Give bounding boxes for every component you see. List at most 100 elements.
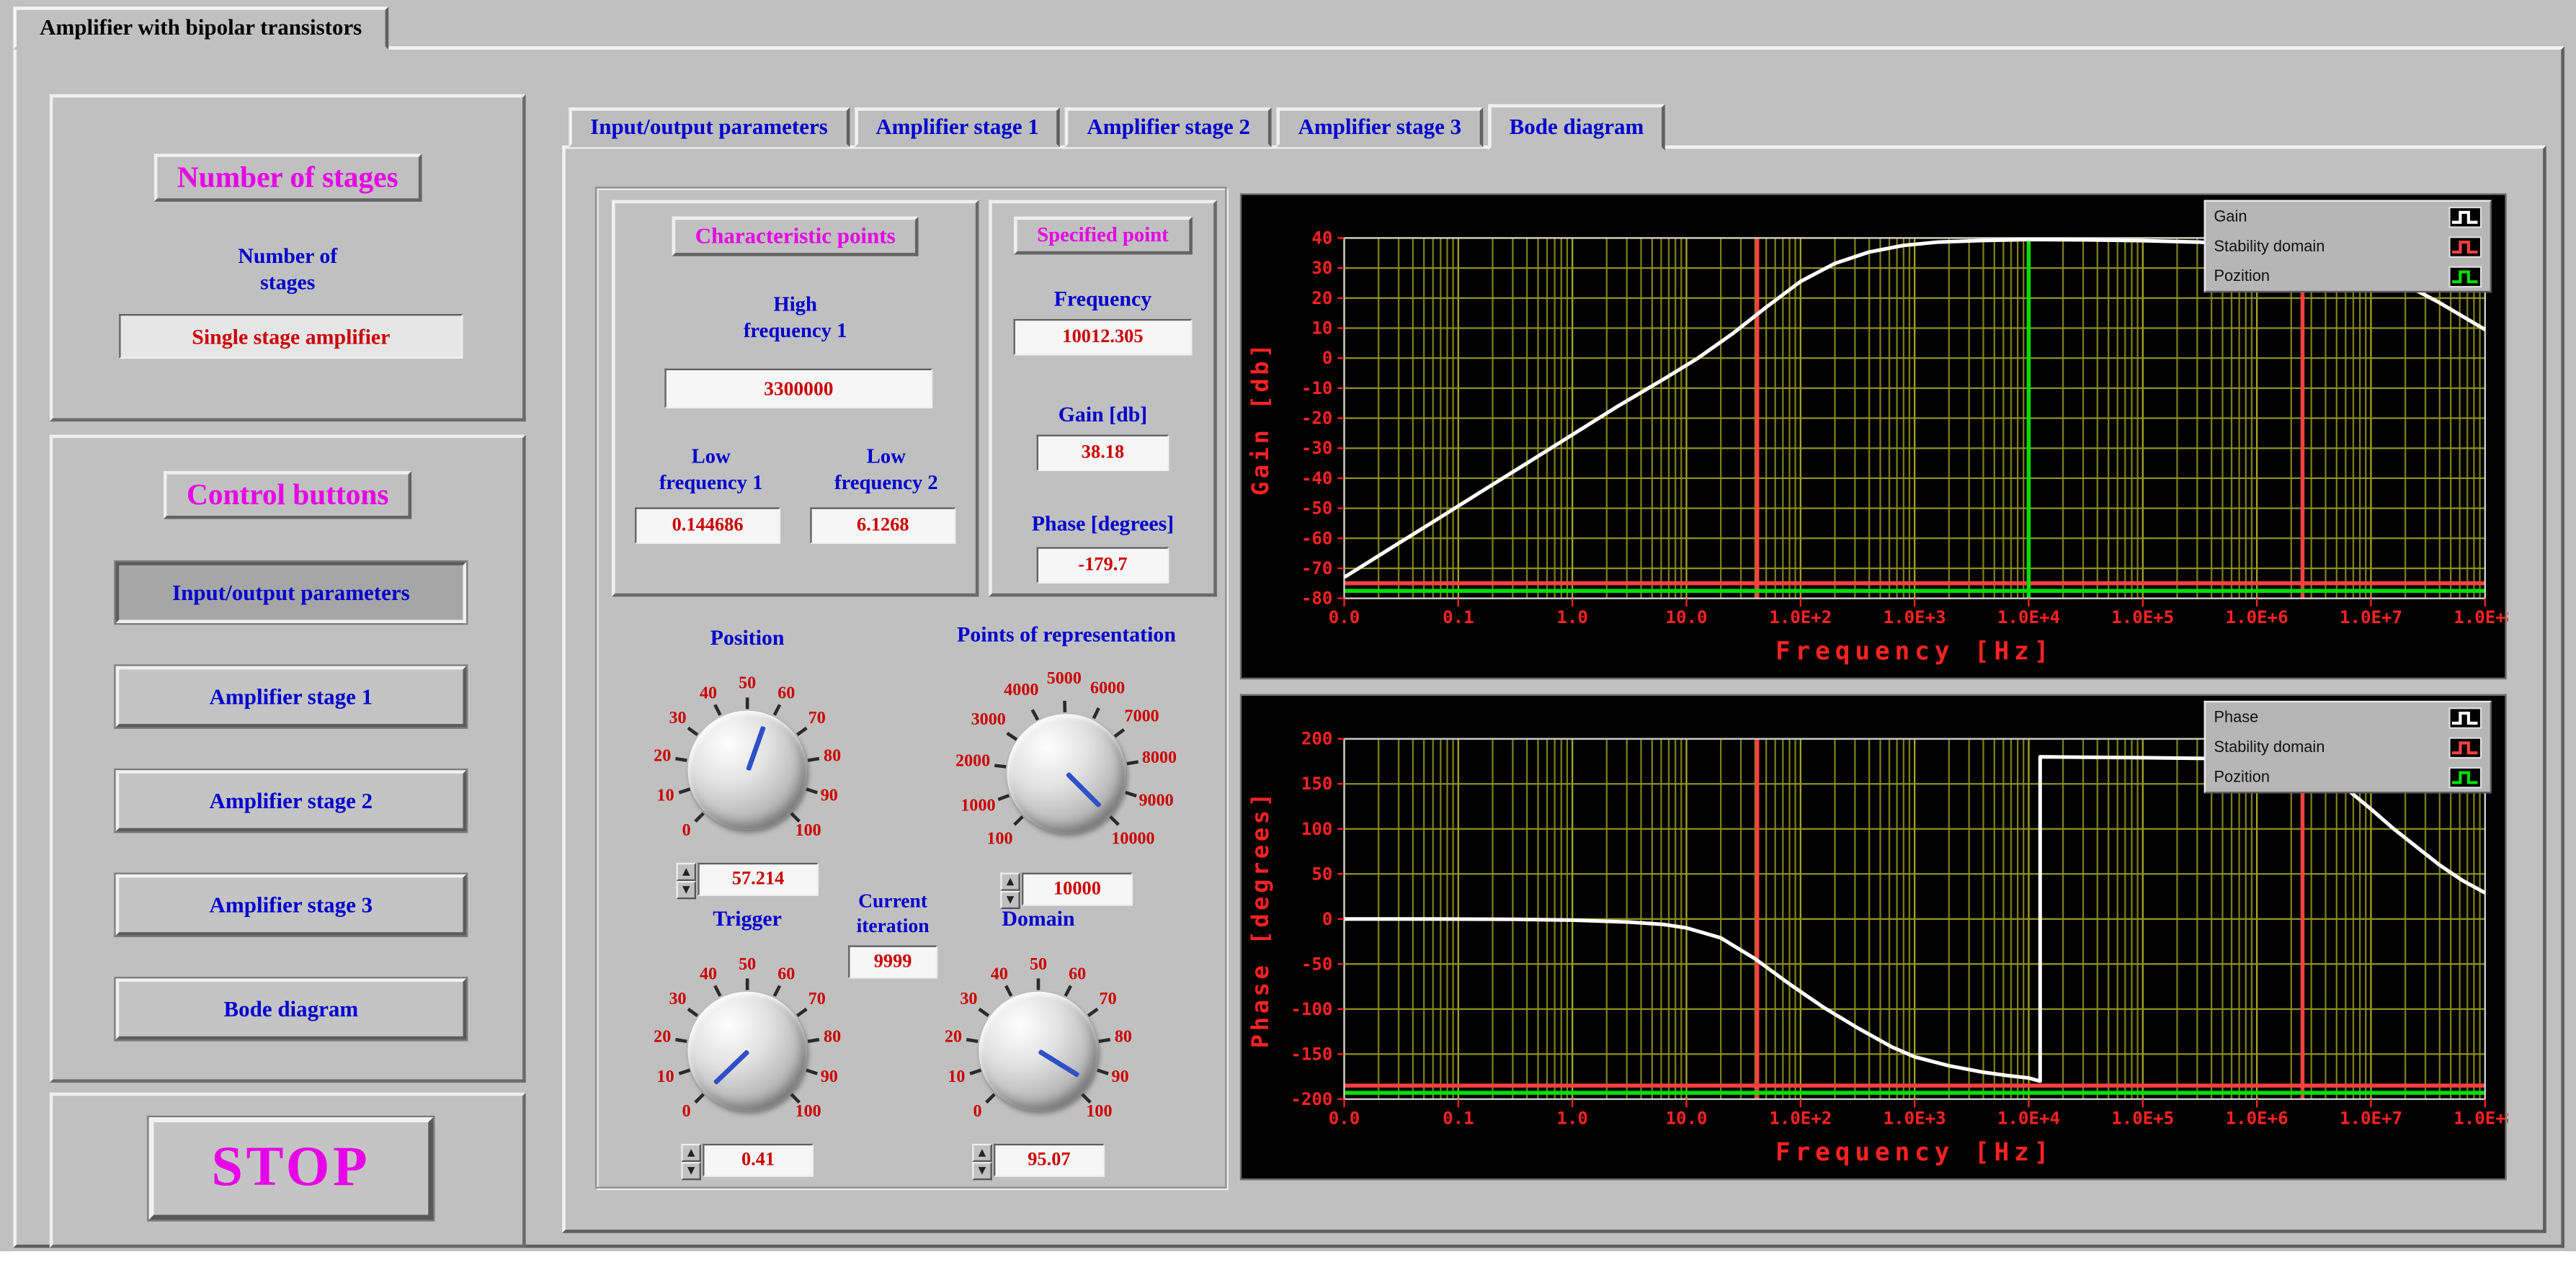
gain-legend: GainStability domain Pozition xyxy=(2204,200,2492,292)
svg-text:-100: -100 xyxy=(1291,999,1332,1019)
specified-gain-label: Gain [db] xyxy=(992,402,1213,429)
tab-bode-diagram[interactable]: Bode diagram xyxy=(1488,104,1665,151)
points-scale-label-8000: 8000 xyxy=(1142,748,1177,766)
trigger-value-row: ▲▼0.41 xyxy=(681,1144,814,1177)
points-scale-tick xyxy=(1115,728,1126,738)
position-spin-up-icon[interactable]: ▲ xyxy=(676,863,696,881)
svg-text:-200: -200 xyxy=(1291,1089,1332,1109)
svg-text:150: 150 xyxy=(1301,774,1333,794)
phase-axis-labels: -200-150-100-500501001502000.00.11.010.0… xyxy=(1247,729,2508,1167)
gain-legend-item-pozition[interactable]: Pozition xyxy=(2206,261,2490,291)
domain-scale-label-10: 10 xyxy=(948,1069,965,1087)
svg-text:1.0E+3: 1.0E+3 xyxy=(1884,607,1946,627)
points-scale-label-9000: 9000 xyxy=(1139,793,1174,811)
points-spinner[interactable]: ▲▼ xyxy=(1000,873,1020,906)
position-scale-label-50: 50 xyxy=(739,675,756,693)
svg-text:0: 0 xyxy=(1322,348,1333,368)
domain-spin-down-icon[interactable]: ▼ xyxy=(972,1162,992,1180)
points-spin-up-icon[interactable]: ▲ xyxy=(1000,873,1020,891)
position-scale-label-10: 10 xyxy=(657,788,674,806)
gain-bode-chart[interactable]: -80-70-60-50-40-30-20-100102030400.00.11… xyxy=(1240,193,2507,679)
gain-legend-item-stability-domain[interactable]: Stability domain xyxy=(2206,231,2490,261)
position-value[interactable]: 57.214 xyxy=(698,863,819,896)
position-spin-down-icon[interactable]: ▼ xyxy=(676,881,696,899)
domain-spin-up-icon[interactable]: ▲ xyxy=(972,1144,992,1162)
tab-amplifier-stage-2[interactable]: Amplifier stage 2 xyxy=(1066,107,1272,147)
gain-legend-label-pozition: Pozition xyxy=(2214,267,2270,285)
domain-scale-label-100: 100 xyxy=(1086,1103,1112,1121)
svg-text:1.0E+3: 1.0E+3 xyxy=(1884,1108,1946,1128)
domain-spinner[interactable]: ▲▼ xyxy=(972,1144,992,1177)
gain-axis-labels: -80-70-60-50-40-30-20-100102030400.00.11… xyxy=(1247,228,2508,666)
tab-input-output-parameters[interactable]: Input/output parameters xyxy=(569,107,849,147)
svg-text:-80: -80 xyxy=(1301,589,1333,609)
window-tab[interactable]: Amplifier with bipolar transistors xyxy=(13,6,388,50)
domain-scale-label-30: 30 xyxy=(960,992,977,1010)
phase-bode-chart[interactable]: -200-150-100-500501001502000.00.11.010.0… xyxy=(1240,694,2507,1181)
phase-legend-item-phase[interactable]: Phase xyxy=(2206,702,2490,732)
points-scale-tick xyxy=(1014,815,1025,826)
position-scale-tick xyxy=(805,787,817,794)
phase-legend-label-phase: Phase xyxy=(2214,708,2258,726)
phase-legend-item-stability-domain[interactable]: Stability domain xyxy=(2206,733,2490,762)
waveform-icon xyxy=(2448,206,2482,228)
trigger-scale-tick xyxy=(774,985,782,997)
control-button-amplifier-stage-3[interactable]: Amplifier stage 3 xyxy=(116,874,466,936)
position-scale-tick xyxy=(746,697,749,709)
points-scale-tick xyxy=(994,764,1006,768)
domain-value[interactable]: 95.07 xyxy=(994,1144,1105,1177)
stages-value: Single stage amplifier xyxy=(119,314,463,359)
trigger-spin-down-icon[interactable]: ▼ xyxy=(681,1162,701,1180)
svg-text:10.0: 10.0 xyxy=(1665,607,1707,627)
domain-scale-tick xyxy=(966,1038,979,1043)
trigger-scale-tick xyxy=(796,1007,808,1016)
points-scale-label-1000: 1000 xyxy=(961,797,995,815)
trigger-scale-label-30: 30 xyxy=(669,992,686,1010)
position-knob-dial[interactable] xyxy=(688,711,807,830)
trigger-scale-tick xyxy=(746,978,749,990)
tab-amplifier-stage-3[interactable]: Amplifier stage 3 xyxy=(1277,107,1483,147)
control-button-bode-diagram[interactable]: Bode diagram xyxy=(116,978,466,1039)
specified-point-title: Specified point xyxy=(1014,217,1192,255)
control-button-amplifier-stage-1[interactable]: Amplifier stage 1 xyxy=(116,666,466,728)
domain-scale-tick xyxy=(1096,1068,1108,1075)
points-value[interactable]: 10000 xyxy=(1022,873,1133,906)
position-scale-tick xyxy=(695,813,705,823)
control-button-amplifier-stage-2[interactable]: Amplifier stage 2 xyxy=(116,770,466,831)
points-scale-tick xyxy=(1030,709,1039,720)
position-knob[interactable]: Position0102030405060708090100▲▼57.214 xyxy=(607,625,888,899)
stop-button-label: STOP xyxy=(211,1137,370,1200)
control-button-input-output-parameters[interactable]: Input/output parameters xyxy=(116,562,466,623)
trigger-spin-up-icon[interactable]: ▲ xyxy=(681,1144,701,1162)
trigger-value[interactable]: 0.41 xyxy=(703,1144,814,1177)
points-scale-label-4000: 4000 xyxy=(1004,682,1038,700)
points-scale-label-6000: 6000 xyxy=(1090,680,1125,698)
domain-scale-tick xyxy=(1087,1007,1098,1016)
trigger-spinner[interactable]: ▲▼ xyxy=(681,1144,701,1177)
phase-legend-item-pozition[interactable]: Pozition xyxy=(2206,762,2490,792)
points-scale-tick xyxy=(1108,815,1119,826)
svg-text:1.0E+7: 1.0E+7 xyxy=(2340,607,2402,627)
domain-scale-tick xyxy=(968,1068,981,1075)
svg-text:1.0E+6: 1.0E+6 xyxy=(2226,607,2288,627)
phase-legend: Phase Stability domainPozition xyxy=(2204,701,2492,793)
points-scale-label-10000: 10000 xyxy=(1111,831,1154,849)
svg-text:-50: -50 xyxy=(1301,954,1333,974)
gain-y-axis-label: Gain [db] xyxy=(1247,341,1274,496)
tab-amplifier-stage-1[interactable]: Amplifier stage 1 xyxy=(854,107,1060,147)
position-spinner[interactable]: ▲▼ xyxy=(676,863,696,896)
app: Amplifier with bipolar transistors Numbe… xyxy=(0,0,2576,1262)
points-scale-label-3000: 3000 xyxy=(971,712,1006,730)
stop-button[interactable]: STOP xyxy=(149,1117,434,1220)
trigger-scale-label-10: 10 xyxy=(657,1069,674,1087)
svg-text:1.0: 1.0 xyxy=(1556,607,1588,627)
waveform-icon xyxy=(2448,236,2482,257)
svg-text:1.0: 1.0 xyxy=(1556,1108,1588,1128)
gain-legend-item-gain[interactable]: Gain xyxy=(2206,202,2490,231)
domain-scale-label-40: 40 xyxy=(991,965,1008,983)
svg-text:30: 30 xyxy=(1311,258,1332,278)
svg-text:0.0: 0.0 xyxy=(1329,607,1360,627)
points-of-representation-knob[interactable]: Points of representation1001000200030004… xyxy=(901,622,1232,909)
position-scale-label-70: 70 xyxy=(808,710,826,728)
svg-text:-10: -10 xyxy=(1301,378,1333,398)
